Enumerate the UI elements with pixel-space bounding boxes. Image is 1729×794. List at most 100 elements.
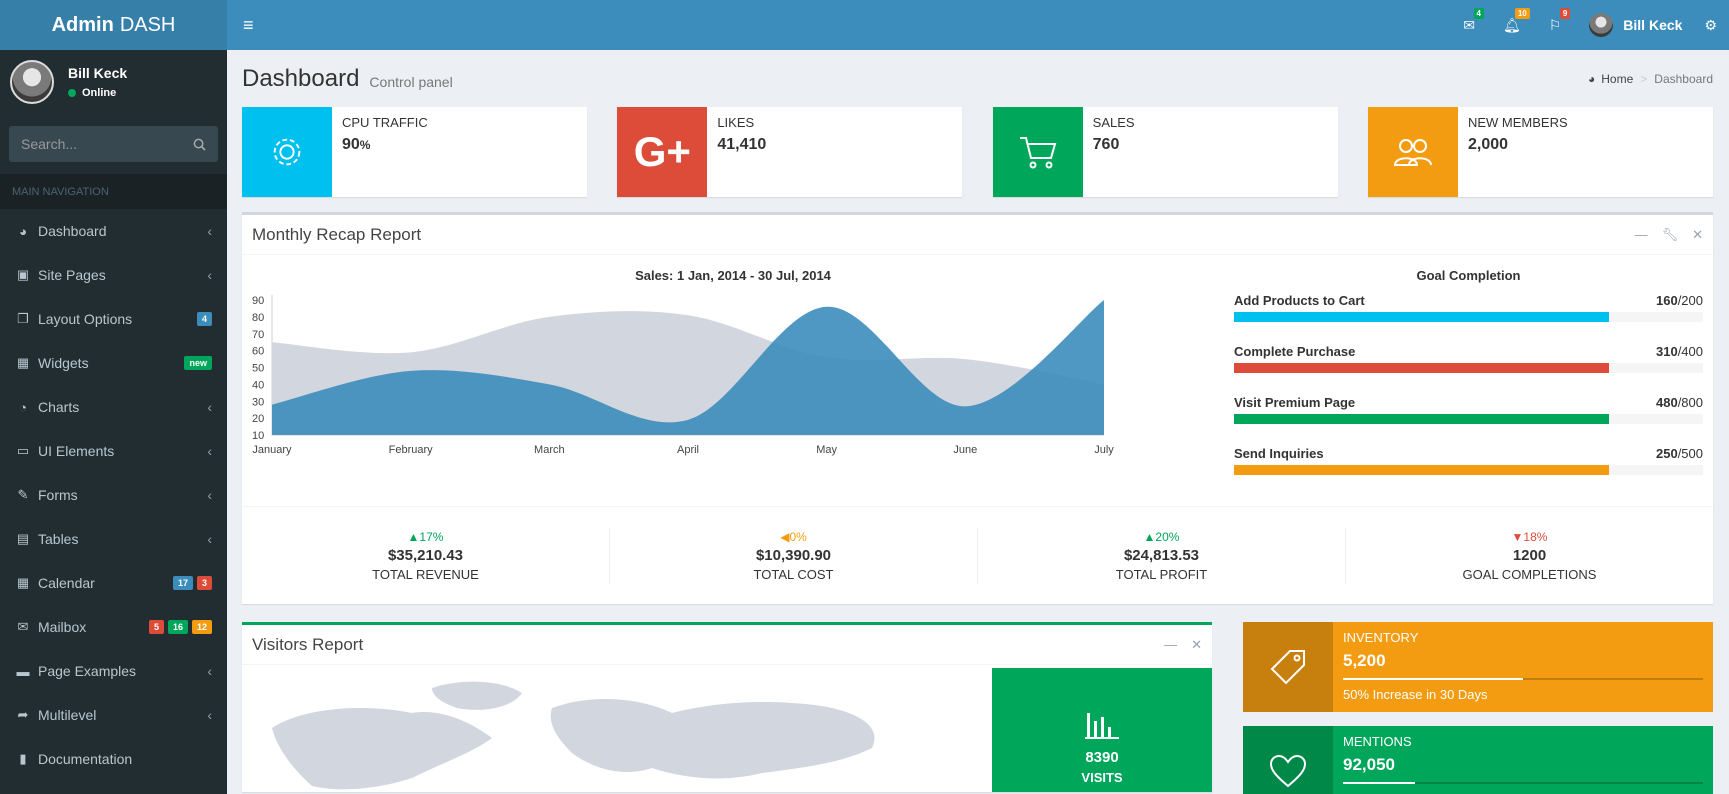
chevron-left-icon: ‹ xyxy=(207,487,212,503)
wrench-icon[interactable]: 🔧︎ xyxy=(1662,227,1679,243)
tile-progress xyxy=(1343,678,1703,680)
tile-label: INVENTORY xyxy=(1343,630,1419,645)
sidebar-item-label: Page Examples xyxy=(38,663,137,679)
sidebar-item-label: Calendar xyxy=(38,575,95,591)
sidebar-item-calendar[interactable]: ▦ Calendar 17 3 xyxy=(0,561,227,605)
envelope-icon: ✉ xyxy=(17,619,29,634)
pie-chart-icon: ◔ xyxy=(19,399,27,415)
stat-percentage: ▲17% xyxy=(407,529,444,544)
close-icon[interactable]: ✕ xyxy=(1191,637,1202,653)
edit-icon: ✎ xyxy=(17,487,29,502)
nav-badge: 5 xyxy=(148,620,164,634)
goal-label: Complete Purchase xyxy=(1234,344,1356,359)
close-icon[interactable]: ✕ xyxy=(1692,227,1703,243)
nav-badge: 17 xyxy=(172,576,193,590)
info-box-likes: G+ LIKES 41,410 xyxy=(617,107,963,197)
sidebar-item-site-pages[interactable]: ▣ Site Pages ‹ xyxy=(0,253,227,297)
visits-label: VISITS xyxy=(1081,770,1123,785)
nav-header: MAIN NAVIGATION xyxy=(0,174,227,209)
nav-badge: new xyxy=(184,356,212,370)
info-value: 90% xyxy=(342,136,371,153)
visits-tile: 8390 VISITS xyxy=(992,668,1212,792)
sidebar-item-forms[interactable]: ✎ Forms ‹ xyxy=(0,473,227,517)
laptop-icon: ▭ xyxy=(16,443,30,458)
page-subtitle: Control panel xyxy=(369,73,453,90)
sidebar-item-mailbox[interactable]: ✉ Mailbox 5 16 12 xyxy=(0,605,227,649)
gear-icon xyxy=(242,107,332,197)
tile-progress xyxy=(1343,782,1703,784)
chevron-left-icon: ‹ xyxy=(207,531,212,547)
stat-percentage: ▼18% xyxy=(1511,529,1548,544)
collapse-icon[interactable]: — xyxy=(1164,637,1177,653)
visits-count: 8390 xyxy=(1085,749,1119,766)
x-tick-label: June xyxy=(953,444,977,456)
info-value: 760 xyxy=(1092,136,1120,153)
nav-badge: 16 xyxy=(167,620,188,634)
goal-progress xyxy=(1234,414,1703,424)
collapse-icon[interactable]: — xyxy=(1635,227,1648,243)
search-input[interactable]: Search... xyxy=(21,136,77,152)
info-label: NEW MEMBERS xyxy=(1467,115,1568,130)
flag-icon[interactable]: ⚐ 9 xyxy=(1549,7,1571,34)
stat-value: $10,390.90 xyxy=(755,546,832,564)
search-icon[interactable] xyxy=(193,138,206,151)
world-map[interactable] xyxy=(242,668,992,792)
stat-label: TOTAL PROFIT xyxy=(1115,566,1208,582)
sidebar-search[interactable]: Search... xyxy=(9,126,218,162)
goal-value: 160/200 xyxy=(1655,293,1703,308)
info-box-sales: SALES 760 xyxy=(992,107,1338,197)
y-tick-label: 30 xyxy=(252,396,264,408)
user-status: Online xyxy=(68,87,127,99)
sidebar-item-layout-options[interactable]: ❐ Layout Options 4 xyxy=(0,297,227,341)
stat-total-cost: ◀0% $10,390.90 TOTAL COST xyxy=(610,527,978,584)
sidebar-item-page-examples[interactable]: ▬ Page Examples ‹ xyxy=(0,649,227,693)
goal-label: Send Inquiries xyxy=(1234,446,1324,461)
dashboard-icon: ◕ xyxy=(1588,71,1596,86)
x-tick-label: February xyxy=(389,444,434,456)
tag-icon xyxy=(1243,622,1333,712)
sidebar-item-label: Forms xyxy=(38,487,78,503)
sidebar-item-label: Widgets xyxy=(38,355,89,371)
sidebar-item-charts[interactable]: ◔ Charts ‹ xyxy=(0,385,227,429)
bell-icon[interactable]: 🔔︎ 10 xyxy=(1503,7,1530,34)
stat-goal-completions: ▼18% 1200 GOAL COMPLETIONS xyxy=(1346,528,1713,584)
topbar: ≡ ✉ 4 🔔︎ 10 ⚐ 9 Bill Keck ⚙ xyxy=(227,0,1729,50)
stat-total-revenue: ▲17% $35,210.43 TOTAL REVENUE xyxy=(242,527,610,584)
sidebar-item-label: Layout Options xyxy=(38,311,133,327)
sidebar-item-label: Mailbox xyxy=(38,619,87,635)
stat-total-profit: ▲20% $24,813.53 TOTAL PROFIT xyxy=(978,527,1346,584)
goal-progress xyxy=(1234,363,1703,373)
tile-description: 50% Increase in 30 Days xyxy=(1343,687,1488,702)
page-title: Dashboard xyxy=(242,64,360,92)
tile-value: 5,200 xyxy=(1343,651,1386,670)
goal-progress xyxy=(1234,465,1703,475)
goal-item: Complete Purchase 310/400 xyxy=(1234,344,1703,373)
logo[interactable]: Admin DASH xyxy=(0,0,227,50)
nav-badge: 4 xyxy=(196,312,212,326)
breadcrumb-home[interactable]: Home xyxy=(1601,72,1633,86)
sidebar-item-tables[interactable]: ▤ Tables ‹ xyxy=(0,517,227,561)
chevron-left-icon: ‹ xyxy=(207,443,212,459)
heart-icon xyxy=(1243,726,1333,794)
sidebar-item-multilevel[interactable]: ➦ Multilevel ‹ xyxy=(0,693,227,737)
y-tick-label: 20 xyxy=(252,413,264,425)
book-icon: ▮ xyxy=(19,751,27,766)
settings-gears-icon[interactable]: ⚙ xyxy=(1704,17,1717,34)
user-menu[interactable]: Bill Keck xyxy=(1589,13,1682,37)
sidebar-item-documentation[interactable]: ▮ Documentation xyxy=(0,737,227,781)
monthly-recap-box: Monthly Recap Report — 🔧︎ ✕ Sales: 1 Jan… xyxy=(242,212,1713,604)
x-tick-label: March xyxy=(534,444,565,456)
goal-item: Visit Premium Page 480/800 xyxy=(1234,395,1703,424)
sidebar-item-ui-elements[interactable]: ▭ UI Elements ‹ xyxy=(0,429,227,473)
sidebar-item-dashboard[interactable]: ◕ Dashboard ‹ xyxy=(0,209,227,253)
stat-percentage: ▲20% xyxy=(1143,529,1180,544)
sidebar-item-label: UI Elements xyxy=(38,443,115,459)
mail-icon[interactable]: ✉ 4 xyxy=(1463,7,1484,34)
menu-toggle-icon[interactable]: ≡ xyxy=(243,15,254,36)
sidebar-item-widgets[interactable]: ▦ Widgets new xyxy=(0,341,227,385)
content-header: Dashboard Control panel ◕ Home > Dashboa… xyxy=(242,50,1713,107)
goal-item: Send Inquiries 250/500 xyxy=(1234,446,1703,475)
dashboard-icon: ◕ xyxy=(19,223,27,239)
main-content: Dashboard Control panel ◕ Home > Dashboa… xyxy=(227,50,1729,794)
bar-chart-icon xyxy=(1085,713,1119,739)
